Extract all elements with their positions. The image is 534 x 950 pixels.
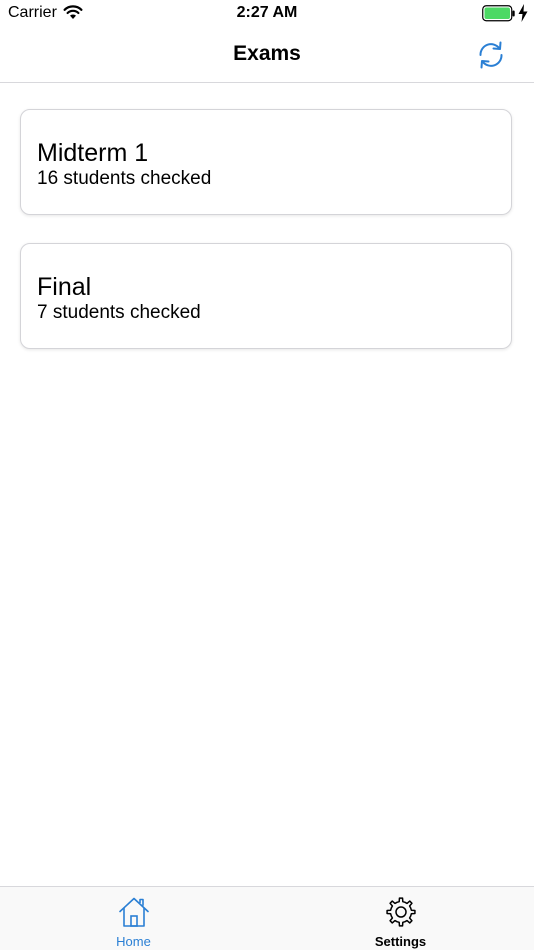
exam-card-midterm-1[interactable]: Midterm 1 16 students checked: [20, 109, 512, 215]
exam-title: Midterm 1: [37, 139, 149, 167]
tab-bar: Home Settings: [0, 886, 534, 950]
tab-home[interactable]: Home: [0, 887, 267, 950]
exam-card-final[interactable]: Final 7 students checked: [20, 243, 512, 349]
navigation-bar: Exams: [0, 28, 534, 83]
page-title: Exams: [233, 42, 301, 65]
status-bar: Carrier 2:27 AM: [0, 0, 534, 28]
charging-bolt-icon: [518, 4, 528, 22]
tab-home-label: Home: [116, 934, 151, 949]
exam-students-checked: 16 students checked: [37, 168, 212, 189]
home-icon: [118, 897, 149, 927]
refresh-button[interactable]: [473, 38, 509, 72]
exam-students-checked: 7 students checked: [37, 302, 201, 323]
app-screen: Carrier 2:27 AM Exams Midterm 1 16 stude…: [0, 0, 534, 950]
exam-title: Final: [37, 273, 92, 301]
gear-outline: [385, 897, 416, 927]
tab-settings[interactable]: Settings: [267, 887, 534, 950]
refresh-icon: [479, 41, 503, 69]
tab-settings-label: Settings: [374, 934, 427, 949]
battery-icon: [482, 5, 515, 22]
status-time: 2:27 AM: [236, 4, 298, 21]
gear-icon: [385, 897, 416, 927]
